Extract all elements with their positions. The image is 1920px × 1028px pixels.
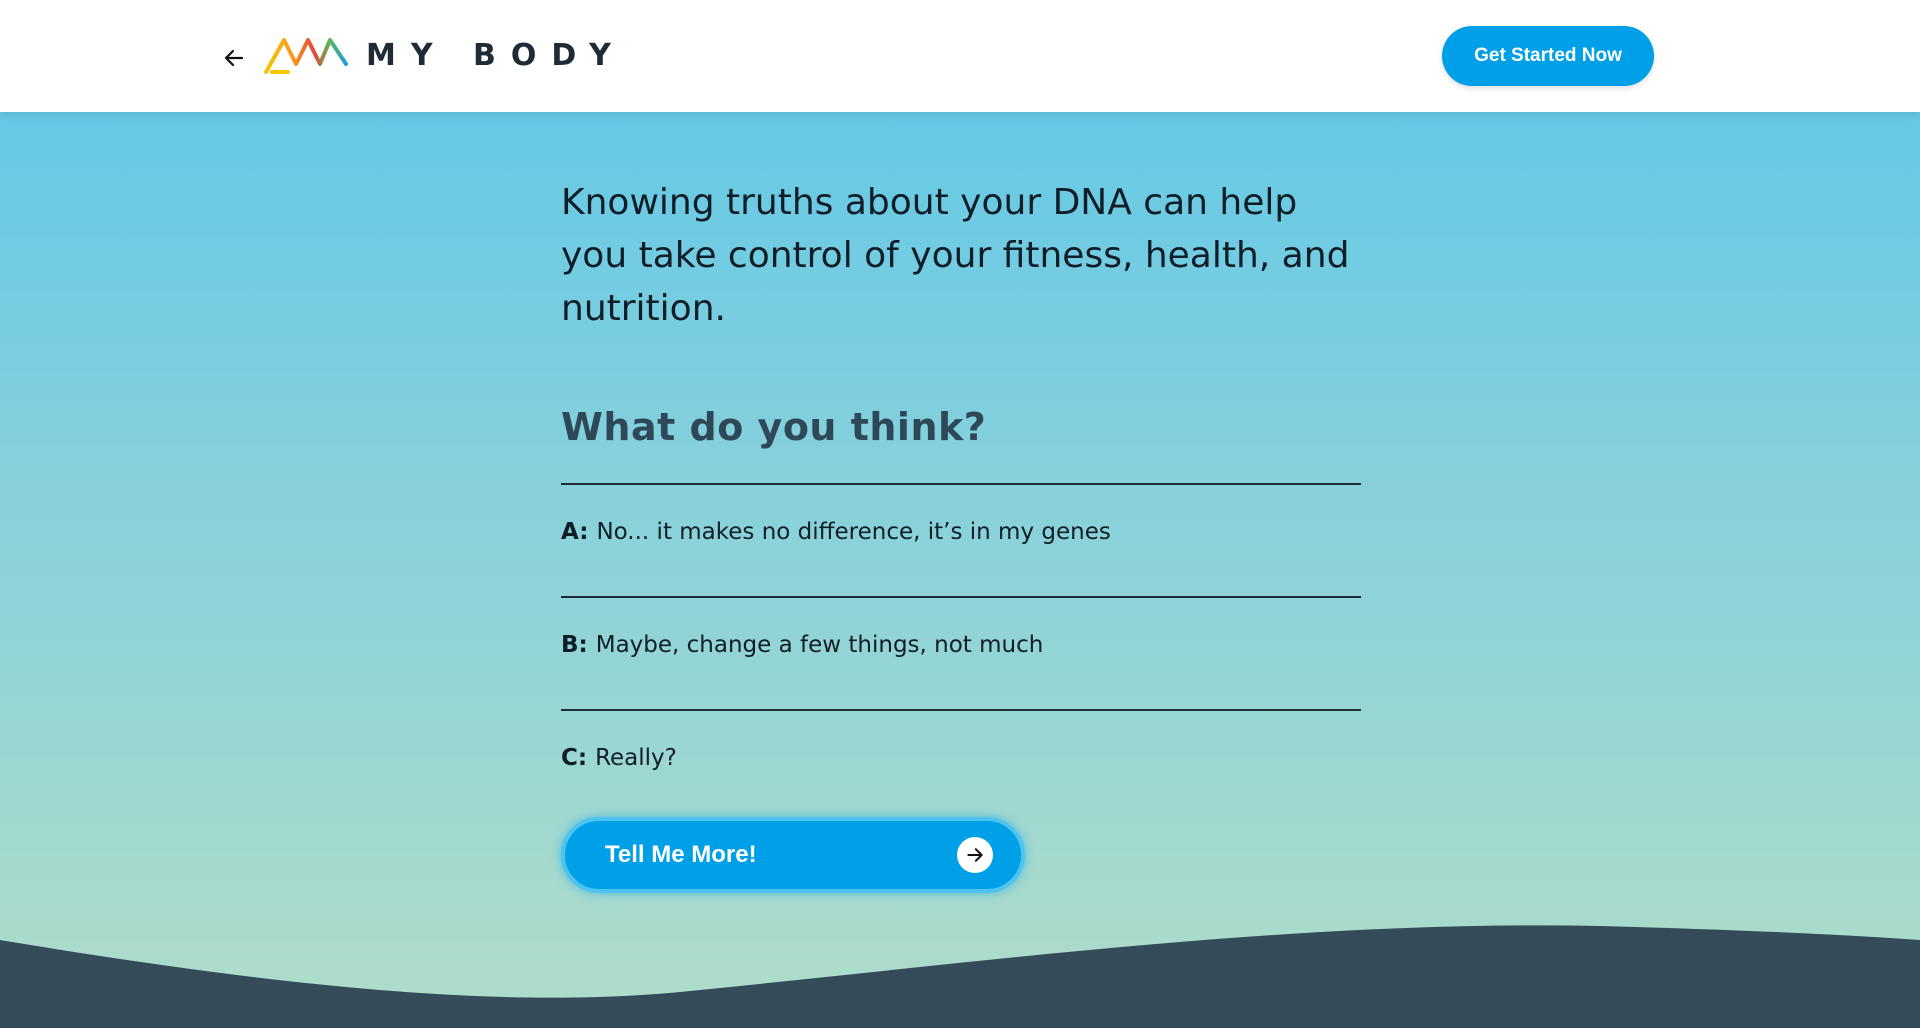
options-list: A: No... it makes no difference, it’s in … [561,483,1361,822]
get-started-button[interactable]: Get Started Now [1442,26,1654,86]
option-c[interactable]: C: Really? [561,709,1361,822]
option-letter: B: [561,632,588,658]
main-content: Knowing truths about your DNA can help y… [561,176,1361,822]
arrow-left-icon [224,49,244,67]
option-text: Maybe, change a few things, not much [595,632,1044,658]
logo-text: MY BODY [366,38,626,73]
intro-text: Knowing truths about your DNA can help y… [561,182,1350,329]
arrow-right-circle-icon [957,837,993,873]
tell-me-more-label: Tell Me More! [605,841,757,868]
option-letter: C: [561,745,588,771]
tell-me-more-button[interactable]: Tell Me More! [561,817,1025,893]
option-b[interactable]: B: Maybe, change a few things, not much [561,596,1361,709]
back-button[interactable] [218,42,250,74]
option-a[interactable]: A: No... it makes no difference, it’s in … [561,483,1361,596]
site-header: MY BODY Get Started Now [0,0,1920,112]
question-heading: What do you think? [561,405,987,449]
option-text: Really? [595,745,677,771]
logo-icon [264,38,348,74]
footer-wave [0,925,1920,1028]
option-letter: A: [561,519,589,545]
option-text: No... it makes no difference, it’s in my… [596,519,1111,545]
